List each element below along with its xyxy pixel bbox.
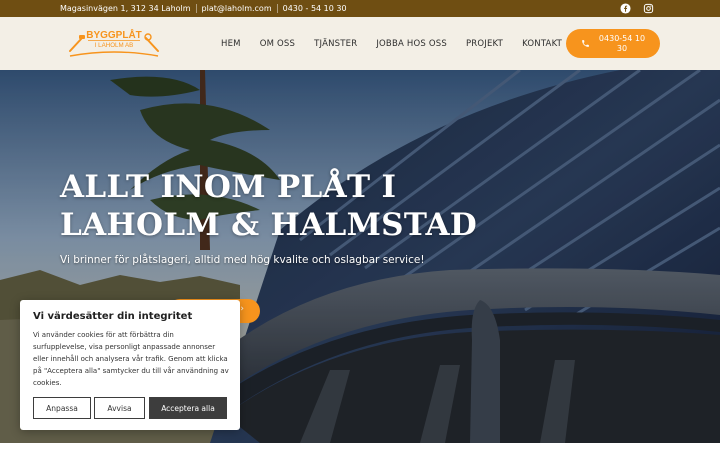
contact-info: Magasinvägen 1, 312 34 Laholm plat@lahol… <box>60 0 352 17</box>
company-logo[interactable]: BYGGPLÅT I LAHOLM AB <box>64 26 164 62</box>
nav-tjanster[interactable]: TJÄNSTER <box>314 39 357 49</box>
customize-button[interactable]: Anpassa <box>33 397 91 419</box>
arrow-right-icon: › <box>240 304 244 314</box>
reject-button[interactable]: Avvisa <box>94 397 145 419</box>
main-nav: HEM OM OSS TJÄNSTER JOBBA HOS OSS PROJEK… <box>221 17 562 70</box>
nav-projekt[interactable]: PROJEKT <box>466 39 503 49</box>
logo-line1: BYGGPLÅT <box>86 28 142 41</box>
cookie-title: Vi värdesätter din integritet <box>33 311 193 322</box>
nav-kontakt[interactable]: KONTAKT <box>522 39 562 49</box>
phone-link[interactable]: 0430 - 54 10 30 <box>278 4 352 13</box>
page: Magasinvägen 1, 312 34 Laholm plat@lahol… <box>0 0 720 450</box>
nav-jobba-hos-oss[interactable]: JOBBA HOS OSS <box>376 39 447 49</box>
facebook-icon[interactable] <box>620 3 631 14</box>
site-header: BYGGPLÅT I LAHOLM AB HEM OM OSS TJÄNSTER… <box>0 17 720 70</box>
phone-icon <box>582 40 589 47</box>
section-divider <box>0 443 720 450</box>
hero-subtitle: Vi brinner för plåtslageri, alltid med h… <box>60 254 425 266</box>
nav-hem[interactable]: HEM <box>221 39 241 49</box>
cookie-consent-dialog: Vi värdesätter din integritet Vi använde… <box>20 300 240 430</box>
social-links <box>620 3 654 14</box>
hero-title: ALLT INOM PLÅT I LAHOLM & HALMSTAD <box>60 169 478 243</box>
call-button-label: 0430-54 10 30 <box>598 34 646 53</box>
address-text: Magasinvägen 1, 312 34 Laholm <box>60 4 191 13</box>
instagram-icon[interactable] <box>643 3 654 14</box>
call-button[interactable]: 0430-54 10 30 <box>566 29 660 58</box>
email-link[interactable]: plat@laholm.com <box>197 4 277 13</box>
accept-all-button[interactable]: Acceptera alla <box>149 397 227 419</box>
logo-line2: I LAHOLM AB <box>95 42 134 49</box>
nav-om-oss[interactable]: OM OSS <box>260 39 295 49</box>
top-bar: Magasinvägen 1, 312 34 Laholm plat@lahol… <box>0 0 720 17</box>
cookie-text: Vi använder cookies för att förbättra di… <box>33 331 229 387</box>
